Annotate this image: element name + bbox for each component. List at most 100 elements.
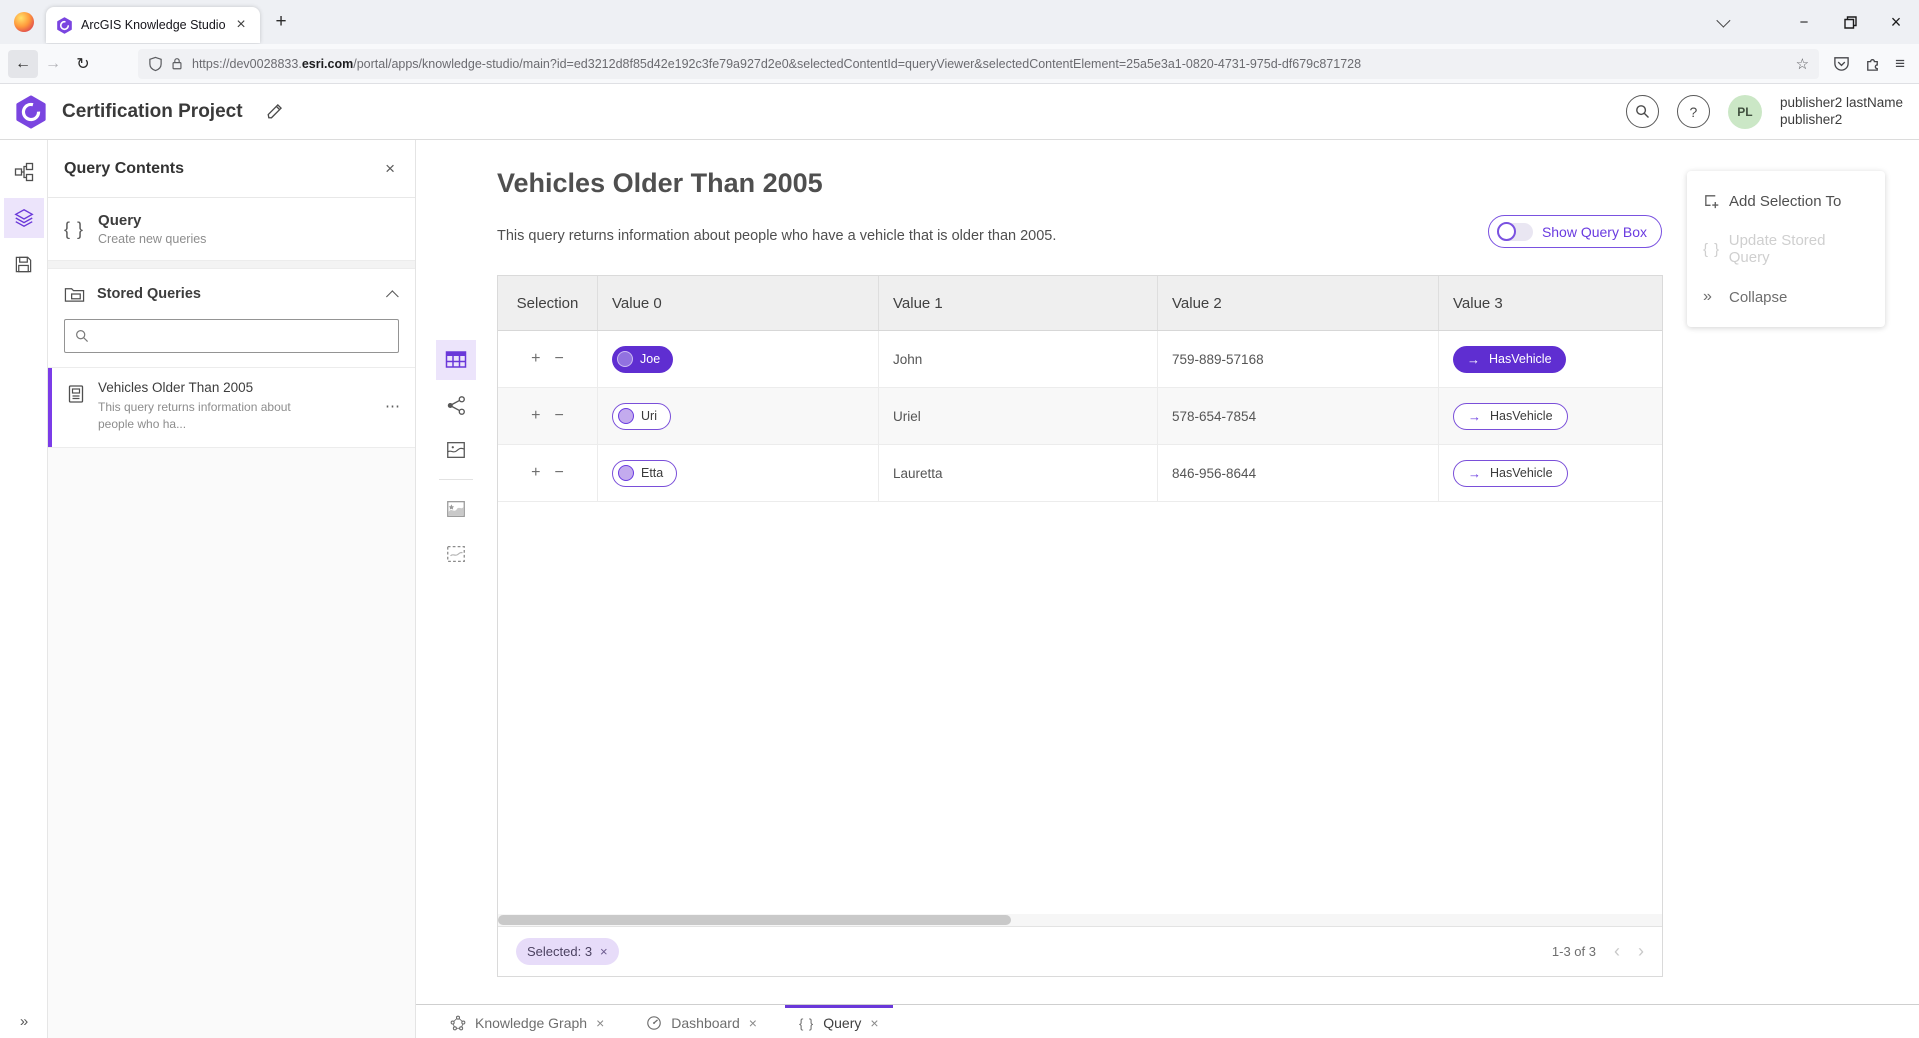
- rail-layers-button[interactable]: [4, 198, 44, 238]
- reload-button[interactable]: ↻: [68, 50, 98, 78]
- cell-value: 759-889-57168: [1158, 331, 1439, 387]
- selection-bar: [48, 368, 52, 447]
- close-tab-icon[interactable]: ×: [749, 1015, 757, 1031]
- extensions-puzzle-icon[interactable]: [1864, 55, 1881, 72]
- dashboard-gauge-icon: [646, 1015, 662, 1031]
- show-query-box-toggle[interactable]: Show Query Box: [1488, 215, 1662, 248]
- cell-value: John: [879, 331, 1158, 387]
- edit-pencil-icon[interactable]: [265, 102, 284, 121]
- add-to-selection-button[interactable]: +: [524, 464, 547, 482]
- query-contents-panel: Query Contents × { } Query Create new qu…: [48, 140, 416, 1038]
- entity-pill[interactable]: Joe: [612, 346, 673, 373]
- window-restore-button[interactable]: [1827, 0, 1873, 44]
- selection-map-icon: [445, 543, 467, 565]
- firefox-icon[interactable]: [14, 12, 34, 32]
- knowledge-graph-icon: [450, 1015, 466, 1031]
- cell-value: 846-956-8644: [1158, 445, 1439, 501]
- table-row: + − Uri Uriel 578-654-7854 →HasVehicle: [498, 388, 1662, 445]
- tab-query[interactable]: { } Query ×: [785, 1005, 893, 1038]
- new-tab-button[interactable]: +: [270, 11, 292, 33]
- user-name: publisher2 lastName: [1780, 95, 1903, 112]
- table-icon: [444, 348, 468, 372]
- results-table: Selection Value 0 Value 1 Value 2 Value …: [497, 275, 1663, 977]
- browser-toolbar: ← → ↻ https://dev0028833.esri.com/portal…: [0, 44, 1919, 84]
- close-tab-icon[interactable]: ×: [870, 1015, 878, 1031]
- remove-from-selection-button[interactable]: −: [548, 464, 571, 482]
- rail-save-button[interactable]: [4, 244, 44, 284]
- clear-selection-icon[interactable]: ×: [600, 944, 608, 959]
- panel-close-icon[interactable]: ×: [381, 157, 399, 181]
- new-map-icon: [445, 498, 467, 520]
- menu-item-add-selection-to[interactable]: Add Selection To: [1687, 177, 1885, 225]
- tab-dashboard[interactable]: Dashboard ×: [632, 1005, 771, 1038]
- expand-rail-button[interactable]: »: [0, 1013, 48, 1030]
- add-to-selection-button[interactable]: +: [524, 350, 547, 368]
- new-map-view-button[interactable]: [436, 489, 476, 529]
- content-tab-bar: Knowledge Graph × Dashboard × { } Query …: [416, 1004, 1919, 1038]
- table-view-button[interactable]: [436, 340, 476, 380]
- add-to-selection-button[interactable]: +: [524, 407, 547, 425]
- link-chart-icon: [445, 394, 468, 417]
- forward-button[interactable]: →: [38, 50, 68, 78]
- item-options-icon[interactable]: ⋯: [385, 397, 401, 415]
- arrow-right-icon: →: [1468, 409, 1481, 424]
- search-button[interactable]: [1626, 95, 1659, 128]
- braces-icon: { }: [64, 219, 84, 240]
- relationship-pill[interactable]: →HasVehicle: [1453, 460, 1568, 487]
- tab-close-icon[interactable]: ×: [230, 14, 252, 36]
- search-input[interactable]: [97, 329, 388, 344]
- close-tab-icon[interactable]: ×: [596, 1015, 604, 1031]
- user-info[interactable]: publisher2 lastName publisher2: [1780, 95, 1903, 129]
- page-title: Vehicles Older Than 2005: [497, 168, 823, 199]
- remove-from-selection-button[interactable]: −: [548, 350, 571, 368]
- toolbar-extensions: ≡: [1833, 54, 1905, 74]
- menu-hamburger-icon[interactable]: ≡: [1895, 54, 1905, 74]
- browser-tab[interactable]: ArcGIS Knowledge Studio ×: [46, 7, 260, 43]
- stored-queries-search[interactable]: [64, 319, 399, 353]
- tab-knowledge-graph[interactable]: Knowledge Graph ×: [436, 1005, 618, 1038]
- bookmark-star-icon[interactable]: ☆: [1796, 55, 1809, 73]
- browser-tab-bar: ArcGIS Knowledge Studio × + − ×: [0, 0, 1919, 44]
- menu-item-update-stored-query[interactable]: { } Update Stored Query: [1687, 225, 1885, 273]
- entity-pill[interactable]: Etta: [612, 460, 677, 487]
- next-page-icon[interactable]: ›: [1638, 941, 1644, 962]
- window-minimize-button[interactable]: −: [1781, 0, 1827, 44]
- previous-page-icon[interactable]: ‹: [1614, 941, 1620, 962]
- toggle-switch[interactable]: [1497, 223, 1533, 241]
- window-controls: − ×: [1699, 0, 1919, 44]
- back-button[interactable]: ←: [8, 50, 38, 78]
- table-row: + − Joe John 759-889-57168 →HasVehicle: [498, 331, 1662, 388]
- map-view-button[interactable]: [436, 430, 476, 470]
- selection-map-view-button[interactable]: [436, 534, 476, 574]
- relationship-pill[interactable]: →HasVehicle: [1453, 346, 1566, 373]
- selected-count-chip[interactable]: Selected: 3 ×: [516, 938, 619, 965]
- horizontal-scrollbar[interactable]: [498, 914, 1662, 926]
- braces-icon: { }: [799, 1016, 814, 1031]
- relationship-pill[interactable]: →HasVehicle: [1453, 403, 1568, 430]
- query-item-desc: Create new queries: [98, 232, 206, 246]
- tab-list-chevron-icon[interactable]: [1699, 0, 1745, 44]
- stored-query-title: Vehicles Older Than 2005: [98, 380, 310, 395]
- lock-icon[interactable]: [170, 56, 184, 71]
- scrollbar-thumb[interactable]: [498, 915, 1011, 925]
- arcgis-favicon: [56, 17, 73, 34]
- help-button[interactable]: ?: [1677, 95, 1710, 128]
- shield-icon[interactable]: [148, 56, 163, 72]
- arcgis-knowledge-logo: [14, 95, 48, 129]
- rail-data-model-button[interactable]: [4, 152, 44, 192]
- pocket-icon[interactable]: [1833, 55, 1850, 72]
- query-create-item[interactable]: { } Query Create new queries: [48, 198, 415, 261]
- link-chart-view-button[interactable]: [436, 385, 476, 425]
- url-bar[interactable]: https://dev0028833.esri.com/portal/apps/…: [138, 49, 1819, 79]
- search-icon: [75, 329, 89, 343]
- menu-item-collapse[interactable]: » Collapse: [1687, 273, 1885, 321]
- stored-queries-header[interactable]: Stored Queries: [48, 269, 415, 319]
- cell-value: Lauretta: [879, 445, 1158, 501]
- entity-pill[interactable]: Uri: [612, 403, 671, 430]
- stored-query-item[interactable]: Vehicles Older Than 2005 This query retu…: [48, 367, 415, 448]
- view-switcher: [433, 340, 479, 579]
- avatar[interactable]: PL: [1728, 95, 1762, 129]
- table-row: + − Etta Lauretta 846-956-8644 →HasVehic…: [498, 445, 1662, 502]
- window-close-button[interactable]: ×: [1873, 0, 1919, 44]
- remove-from-selection-button[interactable]: −: [548, 407, 571, 425]
